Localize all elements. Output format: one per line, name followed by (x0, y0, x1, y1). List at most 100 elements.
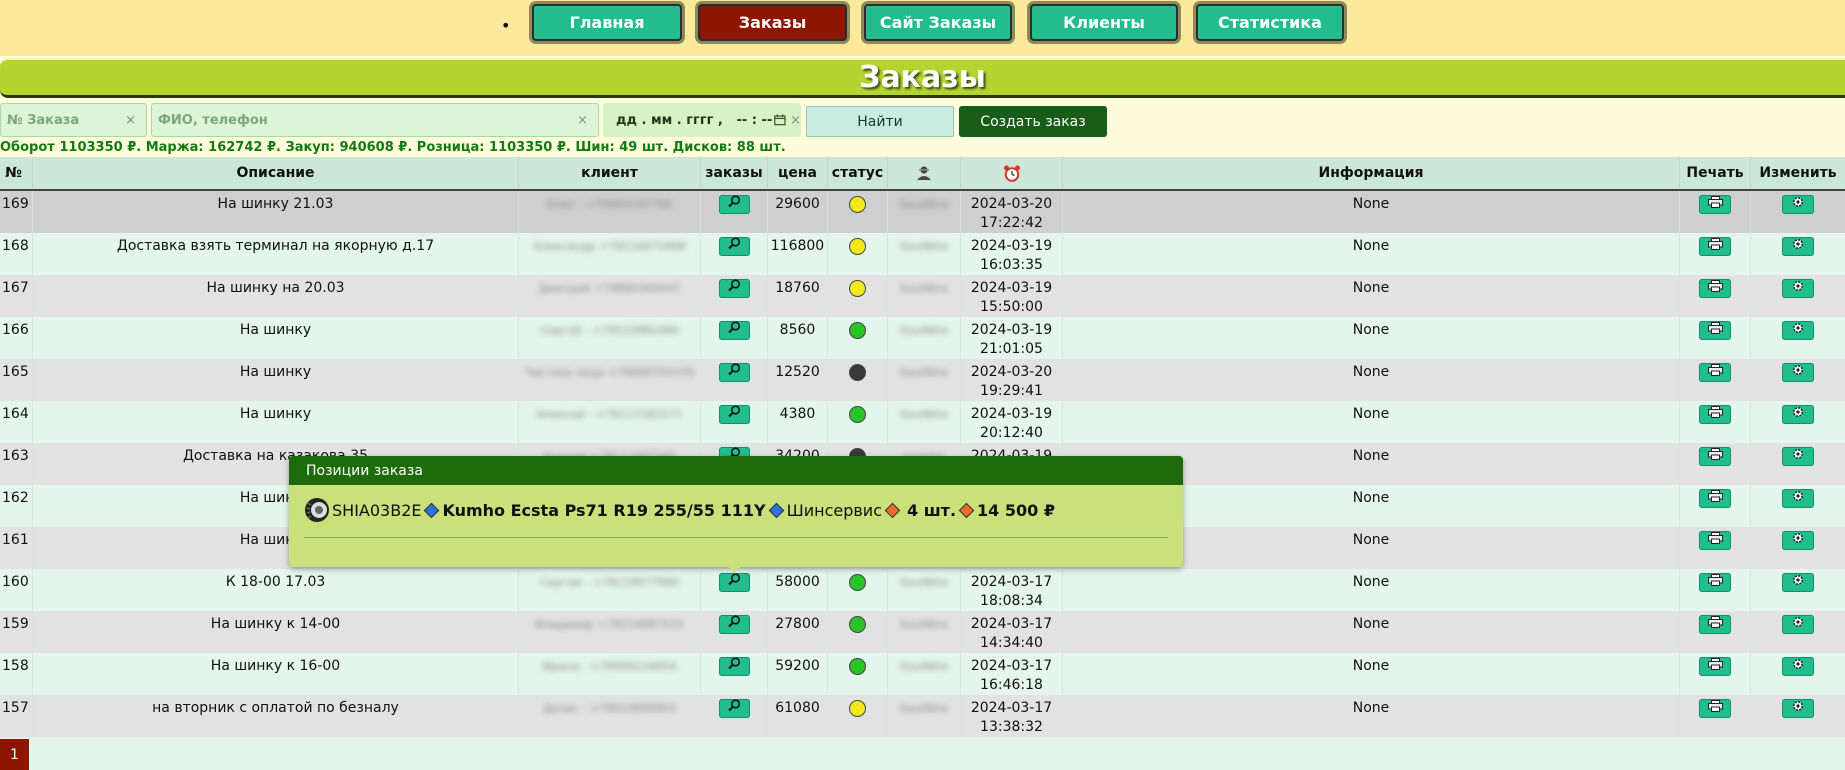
row-client: Алексей - +79117181577 (519, 401, 701, 443)
status-dot (849, 196, 866, 213)
clear-client-search-icon[interactable]: × (577, 113, 588, 128)
row-client: Сергей - +79533982480 (519, 317, 701, 359)
row-print-cell (1680, 695, 1751, 737)
view-positions-button[interactable] (718, 573, 750, 592)
row-status (828, 653, 888, 695)
find-button[interactable]: Найти (806, 106, 954, 137)
order-number-input[interactable]: № Заказа × (0, 103, 147, 137)
edit-button[interactable] (1782, 195, 1814, 214)
table-row-157[interactable]: 157 на вторник с оплатой по безналу Дени… (0, 695, 1845, 737)
row-client: Александр +79116971908 (519, 233, 701, 275)
row-orders-cell (701, 569, 768, 611)
edit-button[interactable] (1782, 531, 1814, 550)
view-positions-button[interactable] (718, 363, 750, 382)
clear-date-icon[interactable]: × (790, 113, 801, 128)
row-status (828, 359, 888, 401)
edit-button[interactable] (1782, 573, 1814, 592)
row-print-cell (1680, 527, 1751, 569)
row-orders-cell (701, 191, 768, 233)
printer-icon (1707, 490, 1723, 502)
edit-button[interactable] (1782, 447, 1814, 466)
print-button[interactable] (1699, 699, 1731, 718)
col-manager (888, 157, 961, 189)
nav-site-orders-button[interactable]: Сайт Заказы (864, 4, 1012, 41)
row-edit-cell (1751, 359, 1845, 401)
print-button[interactable] (1699, 489, 1731, 508)
client-search-placeholder: ФИО, телефон (158, 112, 268, 128)
create-order-button[interactable]: Создать заказ (959, 106, 1107, 137)
edit-button[interactable] (1782, 699, 1814, 718)
row-datetime: 2024-03-20 19:29:41 (961, 359, 1063, 401)
row-orders-cell (701, 275, 768, 317)
nav-clients-button[interactable]: Клиенты (1030, 4, 1178, 41)
magnifier-icon (728, 363, 741, 376)
page-button-1[interactable]: 1 (0, 739, 29, 770)
view-positions-button[interactable] (718, 699, 750, 718)
table-row-159[interactable]: 159 На шинку к 14-00 Владимир +792148875… (0, 611, 1845, 653)
row-description: На шинку (33, 317, 519, 359)
row-price: 18760 (768, 275, 828, 317)
view-positions-button[interactable] (718, 615, 750, 634)
print-button[interactable] (1699, 573, 1731, 592)
view-positions-button[interactable] (718, 405, 750, 424)
row-info: None (1063, 275, 1680, 317)
print-button[interactable] (1699, 279, 1731, 298)
row-price: 8560 (768, 317, 828, 359)
view-positions-button[interactable] (718, 657, 750, 676)
edit-button[interactable] (1782, 363, 1814, 382)
date-time-input[interactable]: дд . мм . гггг , -- : -- × (603, 103, 801, 137)
table-row-160[interactable]: 160 К 18-00 17.03 Сергей - +79119977990 … (0, 569, 1845, 611)
nav-home-button[interactable]: Главная (532, 4, 682, 41)
table-row-166[interactable]: 166 На шинку Сергей - +79533982480 8560 … (0, 317, 1845, 359)
view-positions-button[interactable] (718, 279, 750, 298)
print-button[interactable] (1699, 405, 1731, 424)
print-button[interactable] (1699, 237, 1731, 256)
view-positions-button[interactable] (718, 237, 750, 256)
client-search-input[interactable]: ФИО, телефон × (151, 103, 599, 137)
table-row-167[interactable]: 167 На шинку на 20.03 Дмитрий +798803000… (0, 275, 1845, 317)
row-price: 59200 (768, 653, 828, 695)
row-info: None (1063, 695, 1680, 737)
nav-orders-button[interactable]: Заказы (698, 4, 847, 41)
row-orders-cell (701, 611, 768, 653)
row-edit-cell (1751, 317, 1845, 359)
table-row-168[interactable]: 168 Доставка взять терминал на якорную д… (0, 233, 1845, 275)
row-datetime: 2024-03-17 16:46:18 (961, 653, 1063, 695)
magnifier-icon (728, 195, 741, 208)
print-button[interactable] (1699, 615, 1731, 634)
edit-button[interactable] (1782, 615, 1814, 634)
table-row-165[interactable]: 165 На шинку Частное лицо +79889783378 1… (0, 359, 1845, 401)
row-manager: SoulWire (888, 191, 961, 233)
view-positions-button[interactable] (718, 195, 750, 214)
print-button[interactable] (1699, 447, 1731, 466)
row-edit-cell (1751, 527, 1845, 569)
edit-button[interactable] (1782, 279, 1814, 298)
row-info: None (1063, 401, 1680, 443)
row-manager: SoulWire (888, 653, 961, 695)
edit-button[interactable] (1782, 405, 1814, 424)
edit-button[interactable] (1782, 321, 1814, 340)
print-button[interactable] (1699, 657, 1731, 676)
print-button[interactable] (1699, 321, 1731, 340)
print-button[interactable] (1699, 363, 1731, 382)
print-button[interactable] (1699, 195, 1731, 214)
row-number: 169 (0, 191, 33, 233)
calendar-icon[interactable] (774, 113, 786, 127)
edit-button[interactable] (1782, 489, 1814, 508)
view-positions-button[interactable] (718, 321, 750, 340)
edit-button[interactable] (1782, 237, 1814, 256)
row-description: На шинку на 20.03 (33, 275, 519, 317)
table-row-164[interactable]: 164 На шинку Алексей - +79117181577 4380… (0, 401, 1845, 443)
nav-statistics-button[interactable]: Статистика (1196, 4, 1344, 41)
col-client: клиент (519, 157, 701, 189)
table-row-169[interactable]: 169 На шинку 21.03 Олег - +79993197780 2… (0, 191, 1845, 233)
print-button[interactable] (1699, 531, 1731, 550)
clear-order-number-icon[interactable]: × (125, 113, 136, 128)
table-row-158[interactable]: 158 На шинку к 16-00 Ирина - +7900021685… (0, 653, 1845, 695)
gear-icon (1793, 701, 1803, 711)
status-dot (849, 238, 866, 255)
printer-icon (1707, 448, 1723, 460)
edit-button[interactable] (1782, 657, 1814, 676)
col-info: Информация (1063, 157, 1680, 189)
position-qty: 4 шт. (906, 500, 957, 520)
